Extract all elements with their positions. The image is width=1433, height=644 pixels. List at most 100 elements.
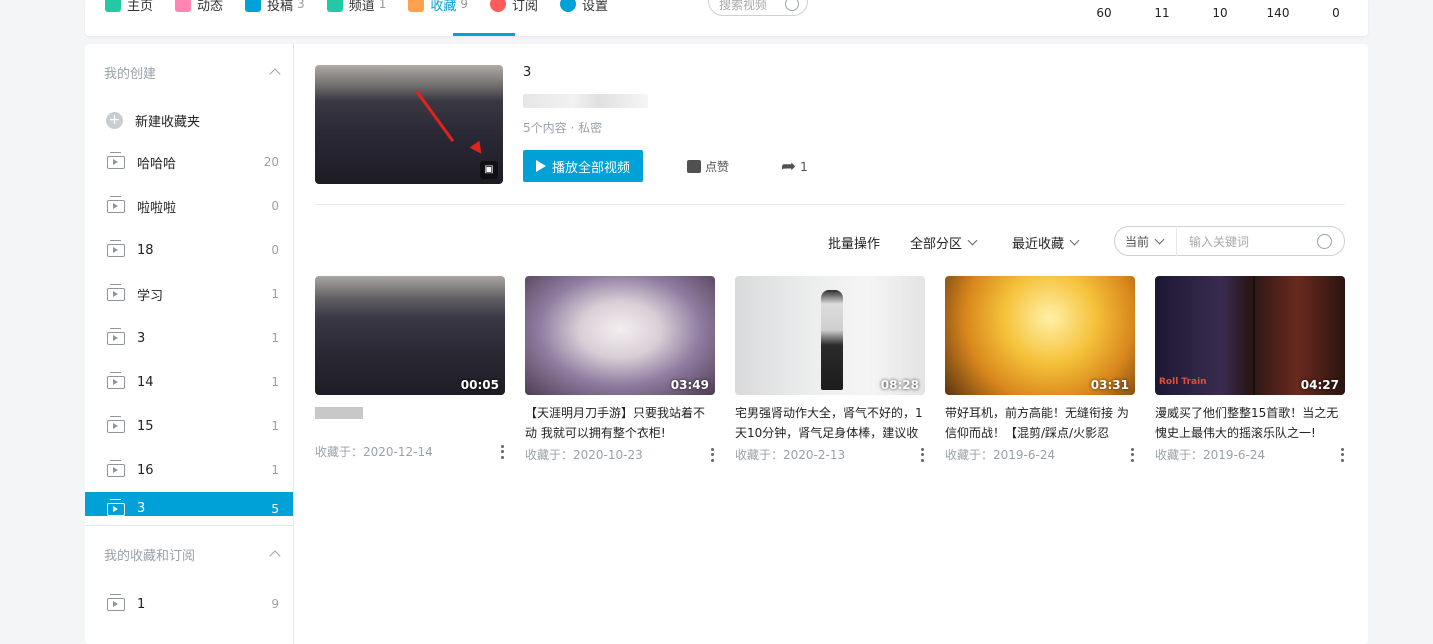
tab-favorites[interactable]: 收藏 9 xyxy=(408,0,468,18)
video-thumbnail[interactable]: 03:49 xyxy=(525,276,715,395)
video-meta: 收藏于：2020-2-13 xyxy=(735,446,925,463)
video-duration: 08:28 xyxy=(880,378,919,392)
tab-home[interactable]: 主页 xyxy=(105,0,153,18)
stat-value[interactable]: 60 xyxy=(1075,6,1133,20)
space-nav: 主页 动态 投稿 3 频道 1 收藏 9 订阅 设置 xyxy=(105,0,630,18)
tab-count: 3 xyxy=(297,0,305,11)
chevron-down-icon xyxy=(967,235,978,246)
red-arrow-annotation xyxy=(415,90,455,143)
more-options-icon[interactable] xyxy=(921,447,925,462)
top-nav-bar: 主页 动态 投稿 3 频道 1 收藏 9 订阅 设置 搜索视频 60 11 10… xyxy=(85,0,1368,36)
folder-count: 1 xyxy=(271,375,279,389)
video-card[interactable]: Roll Train 04:27 漫威买了他们整整15首歌！当之无愧史上最伟大的… xyxy=(1155,276,1345,463)
upload-icon xyxy=(245,0,262,12)
video-thumbnail[interactable]: Roll Train 04:27 xyxy=(1155,276,1345,395)
video-card[interactable]: 00:05 收藏于：2020-12-14 xyxy=(315,276,505,463)
sort-dropdown[interactable]: 最近收藏 xyxy=(1012,233,1080,252)
sidebar-folder-item[interactable]: 16 1 xyxy=(85,448,293,492)
my-subscribed-header[interactable]: 我的收藏和订阅 xyxy=(85,526,293,582)
sidebar-folder-item-selected[interactable]: 3 5 xyxy=(85,492,293,516)
tab-label: 频道 xyxy=(348,0,375,14)
more-options-icon[interactable] xyxy=(501,444,505,459)
stat-value[interactable]: 11 xyxy=(1133,6,1191,20)
fav-date: 2020-2-13 xyxy=(783,448,846,462)
folder-icon xyxy=(107,499,125,516)
stat-value[interactable]: 0 xyxy=(1307,6,1365,20)
video-thumbnail[interactable]: 03:31 xyxy=(945,276,1135,395)
favorites-icon xyxy=(408,0,425,12)
video-title[interactable]: 带好耳机，前方高能！无缝衔接 为信仰而战！【混剪/踩点/火影忍 xyxy=(945,403,1135,439)
keyword-input[interactable]: 输入关键词 xyxy=(1177,233,1317,250)
folder-icon xyxy=(107,415,125,433)
video-thumbnail[interactable]: 08:28 xyxy=(735,276,925,395)
sidebar-folder-item[interactable]: 14 1 xyxy=(85,360,293,404)
tab-settings[interactable]: 设置 xyxy=(560,0,608,18)
stat-value[interactable]: 10 xyxy=(1191,6,1249,20)
keyword-search: 当前 输入关键词 xyxy=(1114,226,1345,256)
folder-name: 哈哈哈 xyxy=(137,156,177,172)
video-thumbnail[interactable]: 00:05 xyxy=(315,276,505,395)
video-title[interactable]: 宅男强肾动作大全，肾气不好的，1天10分钟，肾气足身体棒，建议收 xyxy=(735,403,925,439)
share-button[interactable]: ➦ 1 xyxy=(781,156,808,177)
tab-upload[interactable]: 投稿 3 xyxy=(245,0,305,18)
video-grid: 00:05 收藏于：2020-12-14 03:49 【天涯明月刀手游】只要我站… xyxy=(315,276,1345,463)
folder-name: 14 xyxy=(137,374,154,390)
tab-subscribe[interactable]: 订阅 xyxy=(490,0,538,18)
video-meta: 收藏于：2020-12-14 xyxy=(315,443,505,460)
blurred-owner-name xyxy=(523,94,648,108)
chevron-up-icon[interactable] xyxy=(269,550,281,562)
more-options-icon[interactable] xyxy=(711,447,715,462)
sidebar-folder-item[interactable]: 学习 1 xyxy=(85,272,293,316)
tab-label: 收藏 xyxy=(430,0,457,14)
sidebar-folder-item[interactable]: 15 1 xyxy=(85,404,293,448)
video-card[interactable]: 08:28 宅男强肾动作大全，肾气不好的，1天10分钟，肾气足身体棒，建议收 收… xyxy=(735,276,925,463)
folder-icon xyxy=(107,283,125,301)
like-button[interactable]: 点赞 xyxy=(687,158,729,175)
search-icon[interactable] xyxy=(1317,233,1332,249)
sort-label: 最近收藏 xyxy=(1012,237,1065,252)
new-folder-button[interactable]: + 新建收藏夹 xyxy=(85,100,293,140)
zone-filter-dropdown[interactable]: 全部分区 xyxy=(910,233,978,252)
fav-date-label: 收藏于： xyxy=(735,448,784,462)
more-options-icon[interactable] xyxy=(1131,447,1135,462)
tab-count: 1 xyxy=(378,0,387,11)
sidebar-folder-item[interactable]: 18 0 xyxy=(85,228,293,272)
tab-label: 投稿 xyxy=(267,0,294,14)
folder-name: 3 xyxy=(137,330,146,346)
folder-count: 1 xyxy=(271,419,279,433)
tab-dynamic[interactable]: 动态 xyxy=(175,0,223,18)
folder-icon xyxy=(107,459,125,477)
folder-tv-icon: ▣ xyxy=(480,161,498,179)
folder-name: 16 xyxy=(137,462,154,478)
folder-count: 5 xyxy=(271,502,279,516)
blurred-video-title xyxy=(315,407,363,419)
folder-name: 18 xyxy=(137,242,154,258)
thumbnail-split xyxy=(1253,276,1255,395)
thumbs-up-icon xyxy=(687,160,701,173)
video-title[interactable]: 漫威买了他们整整15首歌！当之无愧史上最伟大的摇滚乐队之一! xyxy=(1155,403,1345,439)
play-all-button[interactable]: 播放全部视频 xyxy=(523,150,643,182)
sidebar-folder-item[interactable]: 3 1 xyxy=(85,316,293,360)
sidebar-folder-item[interactable]: 哈哈哈 20 xyxy=(85,140,293,184)
section-title: 我的收藏和订阅 xyxy=(104,548,196,564)
video-card[interactable]: 03:49 【天涯明月刀手游】只要我站着不动 我就可以拥有整个衣柜! 收藏于：2… xyxy=(525,276,715,463)
fav-date: 2020-10-23 xyxy=(573,448,643,462)
fav-date-label: 收藏于： xyxy=(525,448,574,462)
scope-label: 当前 xyxy=(1125,234,1150,249)
tab-channel[interactable]: 频道 1 xyxy=(326,0,387,18)
more-options-icon[interactable] xyxy=(1341,447,1345,462)
search-icon[interactable] xyxy=(785,0,799,11)
video-title[interactable]: 【天涯明月刀手游】只要我站着不动 我就可以拥有整个衣柜! xyxy=(525,403,715,439)
sidebar-folder-item[interactable]: 啦啦啦 0 xyxy=(85,184,293,228)
batch-operation-button[interactable]: 批量操作 xyxy=(828,233,880,252)
play-icon xyxy=(535,160,546,172)
my-created-header[interactable]: 我的创建 xyxy=(85,44,293,100)
stat-value[interactable]: 140 xyxy=(1249,6,1307,20)
video-search-input[interactable]: 搜索视频 xyxy=(708,0,808,16)
search-scope-dropdown[interactable]: 当前 xyxy=(1115,226,1177,256)
folder-cover-image[interactable]: ▣ xyxy=(315,65,503,184)
chevron-up-icon[interactable] xyxy=(269,68,281,80)
sidebar-subscribed-item[interactable]: 1 9 xyxy=(85,582,293,626)
video-card[interactable]: 03:31 带好耳机，前方高能！无缝衔接 为信仰而战！【混剪/踩点/火影忍 收藏… xyxy=(945,276,1135,463)
plus-icon: + xyxy=(106,111,123,129)
